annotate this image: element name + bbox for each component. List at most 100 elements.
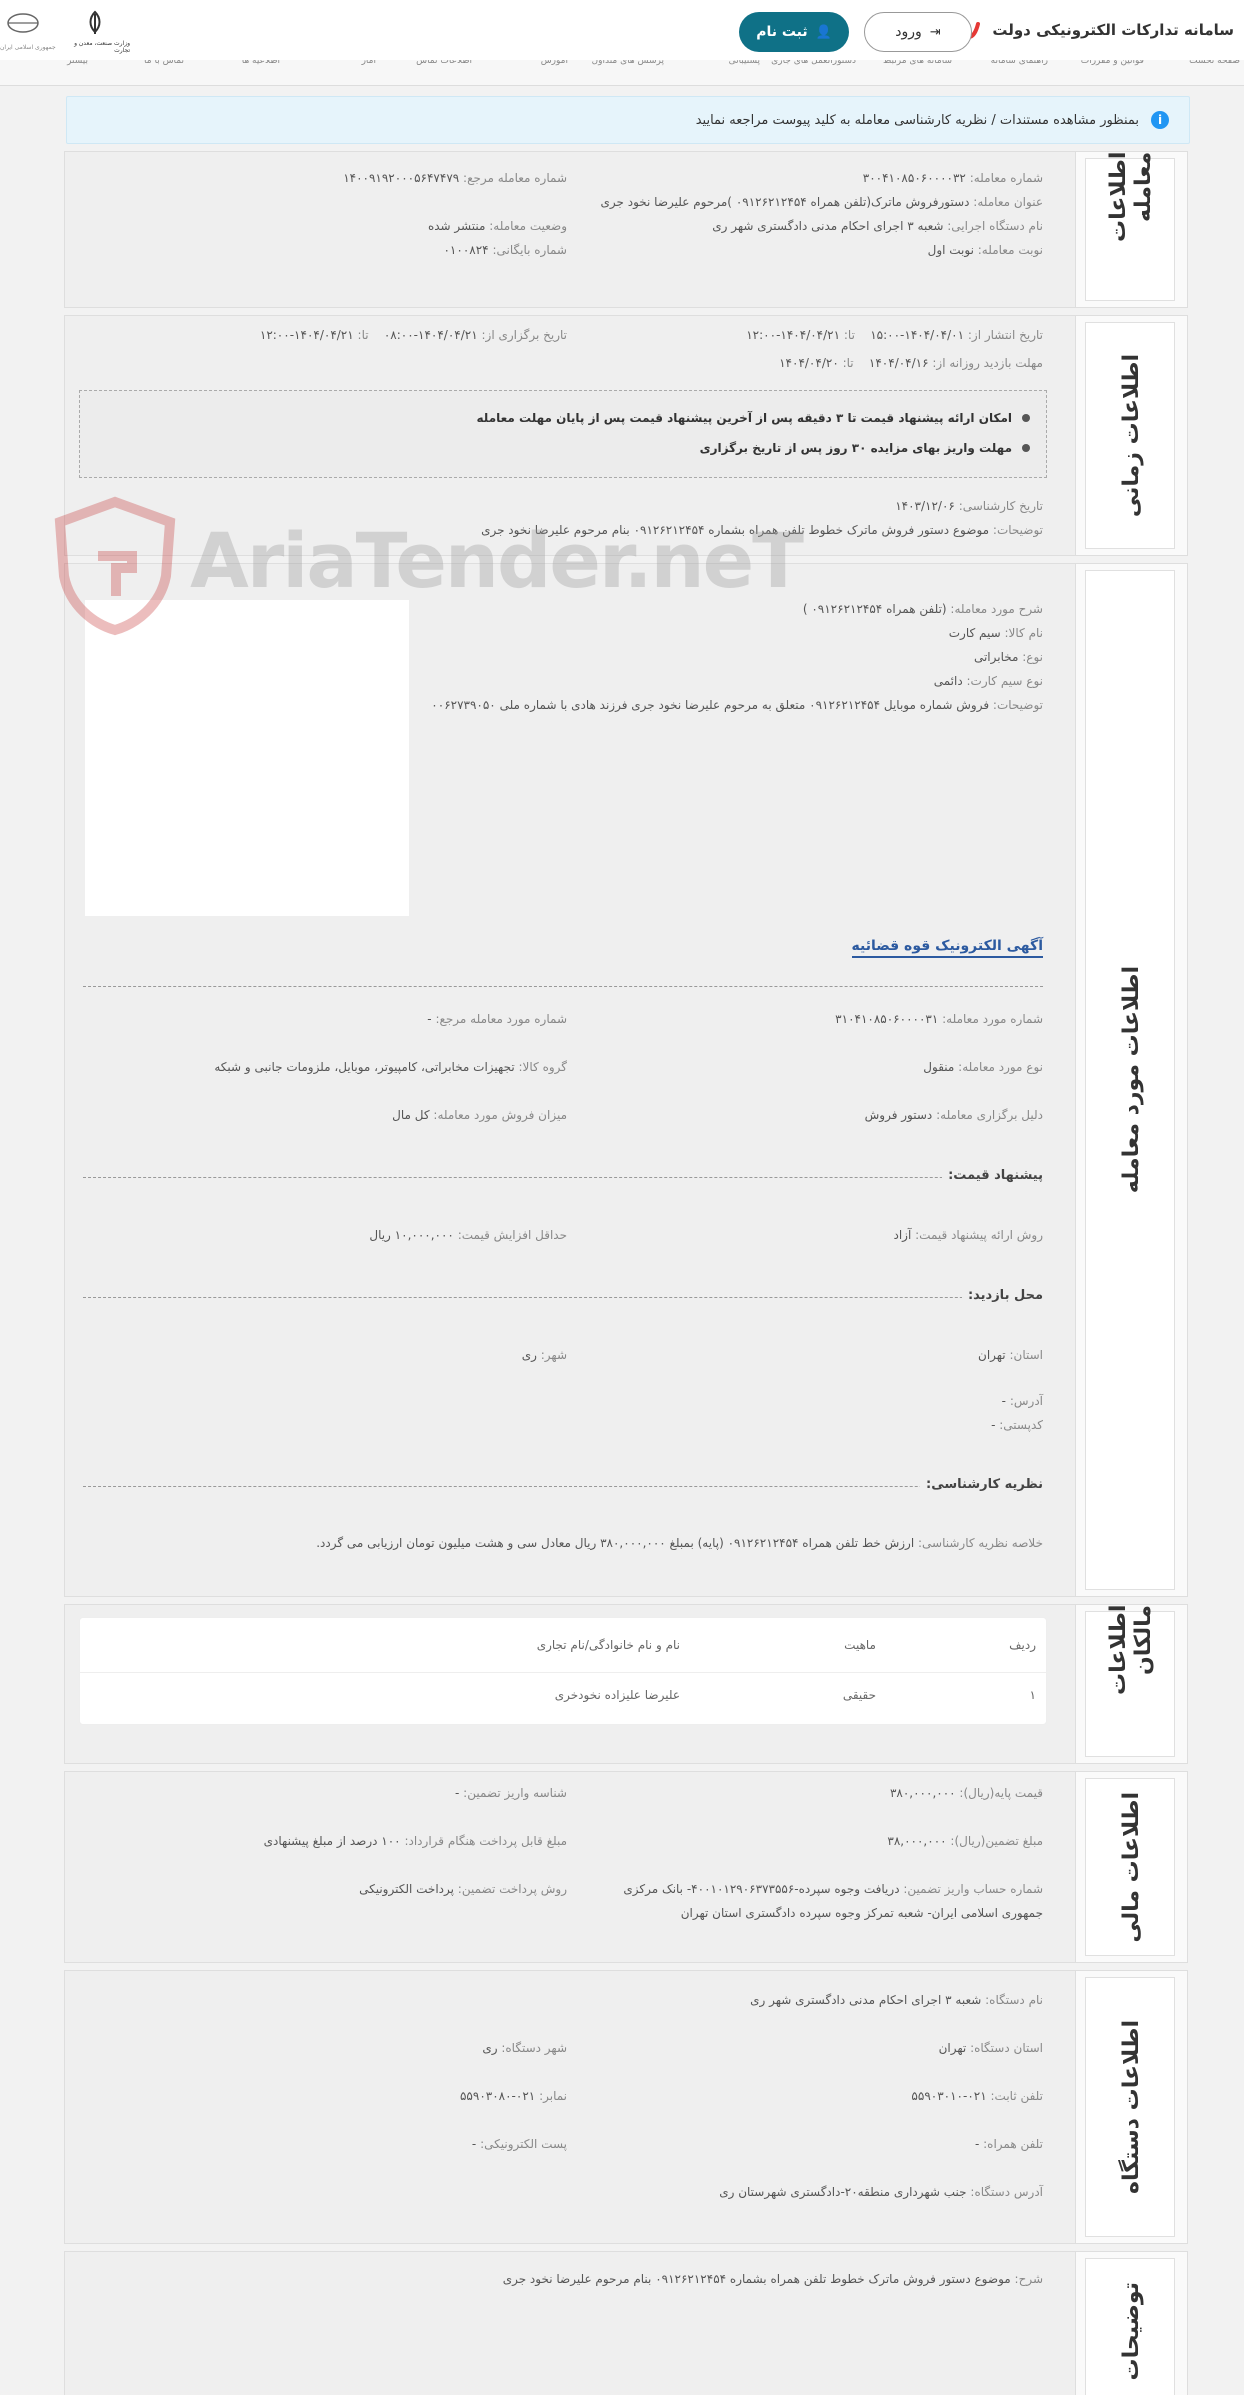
login-icon: ⇥ — [929, 24, 941, 40]
info-icon: i — [1151, 111, 1169, 129]
nav-item[interactable]: اطلاعات تماس — [416, 60, 472, 66]
register-button[interactable]: 👤 ثبت نام — [739, 12, 849, 52]
add-user-icon: 👤 — [815, 24, 832, 40]
org-info-title: اطلاعات دستگاه — [1118, 2020, 1144, 2194]
org-name-row: نام دستگاه: شعبه ۳ اجرای احکام مدنی دادگ… — [750, 1993, 1043, 2007]
item-info-title: اطلاعات مورد معامله — [1118, 966, 1144, 1194]
hold-range-row: تاریخ برگزاری از: ۱۴۰۴/۰۴/۲۱-۰۸:۰۰ تا: ۱… — [259, 328, 567, 342]
notes-title: توضیحات — [1118, 2281, 1144, 2381]
nav-item[interactable]: قوانین و مقررات — [1081, 60, 1144, 66]
city-row: شهر: ری — [521, 1348, 567, 1362]
notes-side: توضیحات — [1075, 2252, 1187, 2395]
nav-item[interactable]: تماس با ما — [144, 60, 184, 66]
method-row: روش ارائه پیشنهاد قیمت: آزاد — [893, 1228, 1044, 1242]
table-cell: حقیقی — [842, 1688, 876, 1702]
brand[interactable]: سامانه تدارکات الکترونیکی دولت — [946, 14, 1234, 46]
org-address-row: آدرس دستگاه: جنب شهرداری منطقه۲۰-دادگستر… — [719, 2185, 1043, 2199]
visit-place-heading: محل بازدید: — [961, 1288, 1043, 1303]
ref-item-row: شماره مورد معامله مرجع: - — [427, 1012, 567, 1026]
brand-title: سامانه تدارکات الکترونیکی دولت — [992, 21, 1234, 39]
goods-row: نام کالا: سیم کارت — [948, 626, 1043, 640]
nav-item[interactable]: آموزش — [541, 60, 568, 66]
divider — [83, 1177, 1043, 1178]
kind-row: نوع مورد معامله: منقول — [923, 1060, 1043, 1074]
table-cell: علیرضا علیزاده نخودخری — [554, 1688, 680, 1702]
nav-item[interactable]: پرسش های متداول — [592, 60, 664, 66]
deal-subject-row: عنوان معامله: دستورفروش ماترک(تلفن همراه… — [600, 195, 1043, 209]
register-label: ثبت نام — [756, 24, 808, 40]
deal-info-title: اطلاعات معامله — [1106, 152, 1156, 243]
nav-item[interactable]: اطلاعیه ها — [242, 60, 280, 66]
deal-number-row: شماره معامله: ۳۰۰۴۱۰۸۵۰۶۰۰۰۰۳۲ — [862, 171, 1043, 185]
rules-box: امکان ارائه پیشنهاد قیمت تا ۳ دقیقه پس ا… — [79, 390, 1047, 478]
expert-summary-row: خلاصه نظریه کارشناسی: ارزش خط تلفن همراه… — [316, 1536, 1043, 1550]
org-city-row: شهر دستگاه: ری — [482, 2041, 567, 2055]
owners-side: اطلاعات مالکان — [1075, 1605, 1187, 1763]
deal-ref-row: شماره معامله مرجع: ۱۴۰۰۹۱۹۲۰۰۰۵۶۴۷۴۷۹ — [343, 171, 567, 185]
ministry-emblem-icon — [89, 10, 101, 34]
divider — [83, 1486, 1043, 1487]
org-info-section: اطلاعات دستگاه نام دستگاه: شعبه ۳ اجرای … — [64, 1970, 1188, 2244]
top-header: سامانه تدارکات الکترونیکی دولت ⇥ ورود 👤 … — [0, 0, 1244, 60]
province-row: استان: تهران — [978, 1348, 1043, 1362]
main-nav: صفحه نخست قوانین و مقررات راهنمای سامانه سا… — [0, 60, 1244, 86]
item-info-section: اطلاعات مورد معامله شرح مورد معامله: (تل… — [64, 563, 1188, 1597]
finance-section: اطلاعات مالی قیمت پایه(ریال): ۳۸۰,۰۰۰,۰۰… — [64, 1771, 1188, 1963]
time-info-section: اطلاعات زمانی تاریخ انتشار از: ۱۴۰۴/۰۴/۰… — [64, 315, 1188, 556]
judiciary-ad-link[interactable]: آگهی الکترونیک قوه قضائیه — [851, 938, 1043, 958]
owners-table: ردیف ماهیت نام و نام خانوادگی/نام تجاری … — [79, 1617, 1047, 1725]
col-header: ماهیت — [844, 1638, 876, 1652]
item-info-side: اطلاعات مورد معامله — [1075, 564, 1187, 1596]
org-mobile-row: تلفن همراه: - — [974, 2137, 1043, 2151]
reason-row: دلیل برگزاری معامله: دستور فروش — [864, 1108, 1043, 1122]
owners-title: اطلاعات مالکان — [1106, 1605, 1156, 1696]
notes-section: توضیحات شرح: موضوع دستور فروش ماترک خطوط… — [64, 2251, 1188, 2395]
nav-item[interactable]: آمار — [362, 60, 376, 66]
nav-item[interactable]: صفحه نخست — [1189, 60, 1240, 66]
address-row: آدرس: - — [1001, 1394, 1043, 1408]
gov-logos: وزارت صنعت، معدن و تجارت جمهوری اسلامی ا… — [0, 6, 130, 56]
republic-text: جمهوری اسلامی ایران — [0, 44, 56, 51]
account-row-2: جمهوری اسلامی ایران- شعبه تمرکز وجوه سپر… — [680, 1906, 1043, 1920]
divider — [83, 1297, 1043, 1298]
nav-item[interactable]: پشتیبانی — [729, 60, 760, 66]
deal-info-side: اطلاعات معامله — [1075, 152, 1187, 307]
sim-row: نوع سیم کارت: دائمی — [933, 674, 1043, 688]
time-info-side: اطلاعات زمانی — [1075, 316, 1187, 555]
amount-row: میزان فروش مورد معامله: کل مال — [392, 1108, 567, 1122]
deal-status-row: وضعیت معامله: منتشر شده — [427, 219, 567, 233]
time-info-title: اطلاعات زمانی — [1118, 353, 1144, 518]
org-info-side: اطلاعات دستگاه — [1075, 1971, 1187, 2243]
login-label: ورود — [895, 24, 922, 40]
finance-title: اطلاعات مالی — [1118, 1791, 1144, 1943]
globe-emblem-icon — [7, 13, 39, 33]
ministry-text: وزارت صنعت، معدن و تجارت — [74, 40, 130, 54]
col-header: ردیف — [1009, 1638, 1036, 1652]
item-desc-row: شرح مورد معامله: (تلفن همراه ۰۹۱۲۶۲۱۲۴۵۴… — [802, 602, 1043, 616]
finance-side: اطلاعات مالی — [1075, 1772, 1187, 1962]
col-header: نام و نام خانوادگی/نام تجاری — [536, 1638, 680, 1652]
nav-item[interactable]: سامانه های مرتبط — [883, 60, 952, 66]
time-desc-row: توضیحات: موضوع دستور فروش ماترک خطوط تلف… — [481, 523, 1043, 537]
item-no-row: شماره مورد معامله: ۳۱۰۴۱۰۸۵۰۶۰۰۰۰۳۱ — [835, 1012, 1043, 1026]
expert-date-row: تاریخ کارشناسی: ۱۴۰۳/۱۲/۰۶ — [895, 499, 1043, 513]
group-row: گروه کالا: تجهیزات مخابراتی، کامپیوتر، م… — [214, 1060, 567, 1074]
deal-turn-row: نوبت معامله: نوبت اول — [927, 243, 1043, 257]
notes-desc-row: شرح: موضوع دستور فروش ماترک خطوط تلفن هم… — [502, 2272, 1043, 2286]
price-offer-heading: پیشنهاد قیمت: — [942, 1168, 1043, 1183]
nav-item[interactable]: بیشتر — [67, 60, 88, 66]
item-desc2-row: توضیحات: فروش شماره موبایل ۰۹۱۲۶۲۱۲۴۵۴ م… — [431, 698, 1043, 712]
base-price-row: قیمت پایه(ریال): ۳۸۰,۰۰۰,۰۰۰ — [889, 1786, 1043, 1800]
publish-range-row: تاریخ انتشار از: ۱۴۰۴/۰۴/۰۱-۱۵:۰۰ تا: ۱۴… — [746, 328, 1043, 342]
attachment-alert: i بمنظور مشاهده مستندات / نظریه کارشناسی… — [66, 96, 1190, 144]
min-inc-row: حداقل افزایش قیمت: ۱۰,۰۰۰,۰۰۰ ریال — [369, 1228, 567, 1242]
nav-item[interactable]: راهنمای سامانه — [991, 60, 1048, 66]
nav-item[interactable]: دستورالعمل های جاری — [771, 60, 856, 66]
divider — [83, 986, 1043, 987]
login-button[interactable]: ⇥ ورود — [864, 12, 972, 52]
table-cell: ۱ — [1029, 1688, 1036, 1702]
org-email-row: پست الکترونیکی: - — [471, 2137, 567, 2151]
guarantee-row: مبلغ تضمین(ریال): ۳۸,۰۰۰,۰۰۰ — [887, 1834, 1043, 1848]
org-province-row: استان دستگاه: تهران — [938, 2041, 1043, 2055]
org-phone-row: تلفن ثابت: ۰۲۱-۵۵۹۰۳۰۱۰ — [911, 2089, 1043, 2103]
